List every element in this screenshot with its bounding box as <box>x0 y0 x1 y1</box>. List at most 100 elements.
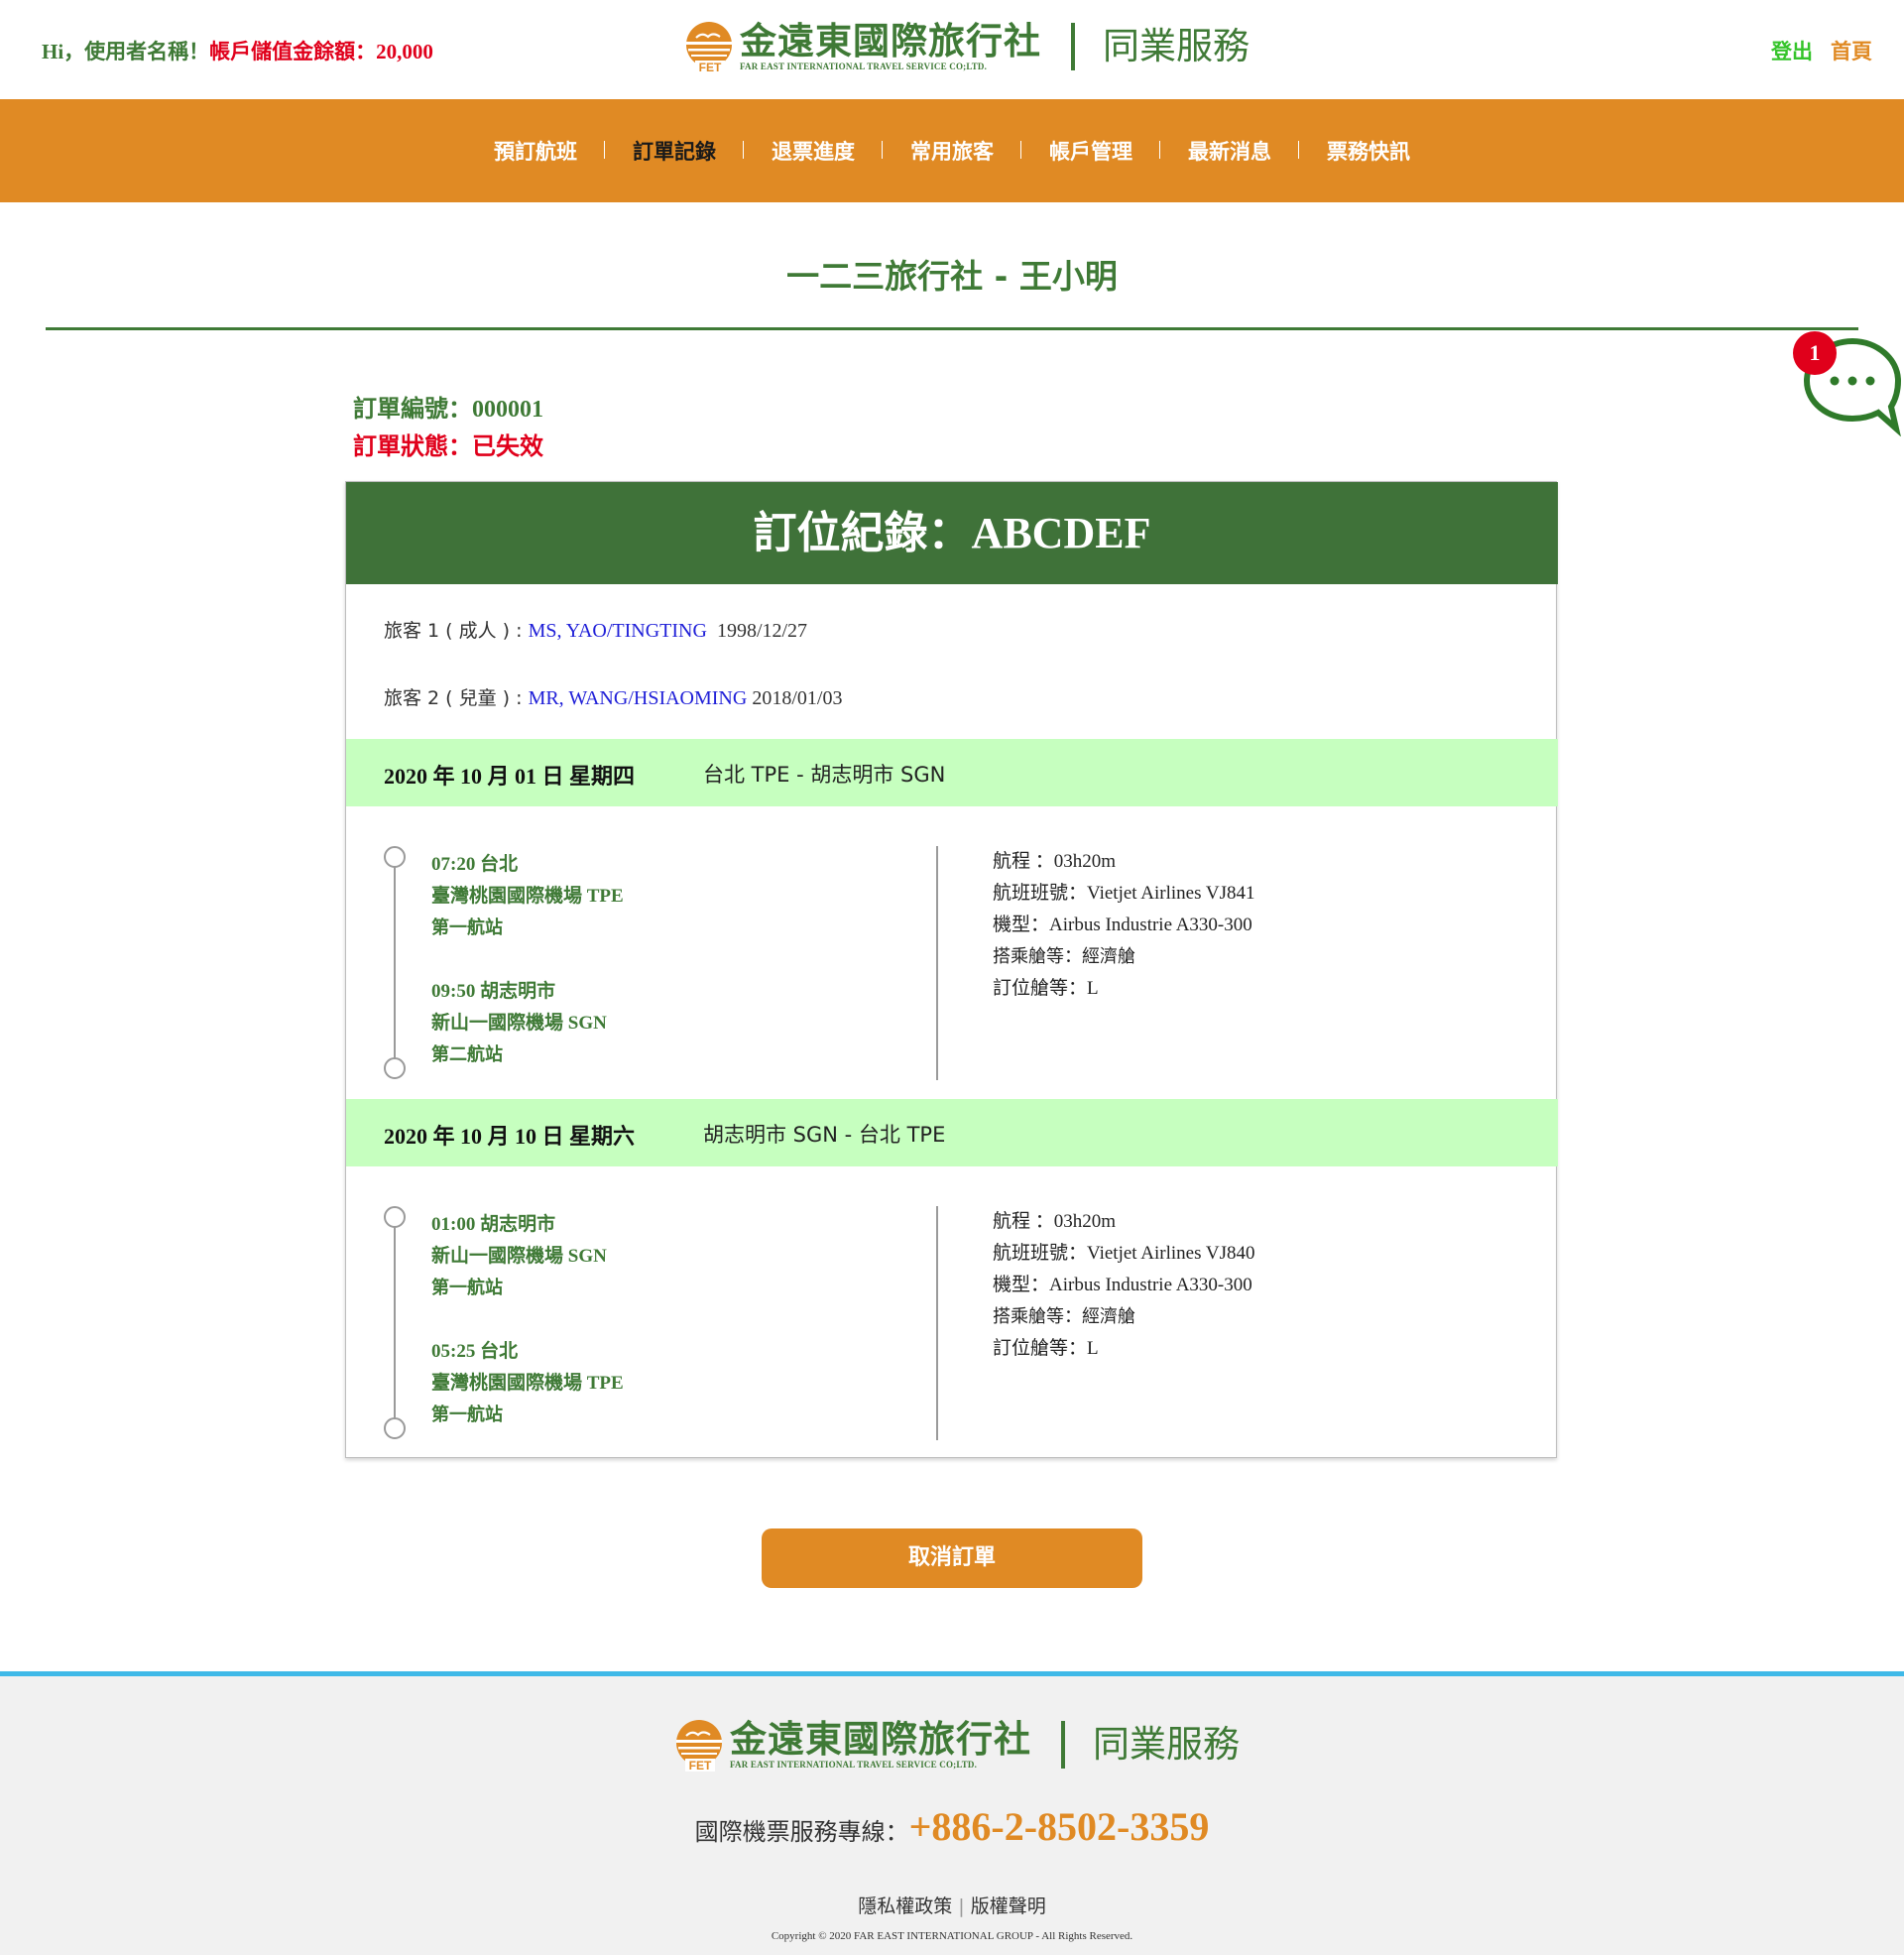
copyright-text: Copyright © 2020 FAR EAST INTERNATIONAL … <box>771 1930 1133 1942</box>
booking-card: 訂位紀錄：ABCDEF 旅客 1 ( 成人 ) : MS, YAO/TINGTI… <box>345 481 1558 1458</box>
order-number-label: 訂單編號： <box>353 395 472 423</box>
header-links: 登出 首頁 <box>1771 36 1872 65</box>
segment-divider <box>936 846 938 1080</box>
segment-divider <box>936 1206 938 1440</box>
passenger-name[interactable]: MR, WANG/HSIAOMING <box>529 687 748 709</box>
segment-date: 2020 年 10 月 10 日 星期六 <box>384 1124 636 1149</box>
fet-logo-icon: FET <box>672 1718 726 1772</box>
page-title: 一二三旅行社 - 王小明 <box>786 257 1118 296</box>
arrival-dot-icon <box>384 1057 406 1079</box>
hotline: 國際機票服務專線：+886-2-8502-3359 <box>0 1803 1904 1850</box>
segment-body: 07:20 台北 臺灣桃園國際機場 TPE 第一航站 09:50 胡志明市 新山… <box>346 806 1558 1080</box>
order-status: 訂單狀態：已失效 <box>353 432 543 460</box>
flight-details: 航程 ：03h20m 航班班號：Vietjet Airlines VJ840 機… <box>993 1206 1255 1365</box>
passenger-label: 旅客 1 ( 成人 ) : <box>384 620 529 642</box>
logo-badge-text: FET <box>689 1759 712 1772</box>
aircraft-type: 機型：Airbus Industrie A330-300 <box>993 1275 1252 1295</box>
logo-chinese-name: 金遠東國際旅行社 <box>730 1718 1031 1761</box>
segment-header: 2020 年 10 月 10 日 星期六 胡志明市 SGN - 台北 TPE <box>346 1099 1558 1166</box>
logo-english-name: FAR EAST INTERNATIONAL TRAVEL SERVICE CO… <box>740 61 988 71</box>
order-number-value: 000001 <box>472 397 543 423</box>
departure-time-city: 01:00 胡志明市 <box>431 1214 556 1235</box>
timeline-line <box>394 1216 396 1426</box>
departure-time-city: 07:20 台北 <box>431 854 519 875</box>
nav-frequent-travelers[interactable]: 常用旅客 <box>883 136 1021 166</box>
logo-divider <box>1061 1721 1065 1769</box>
title-divider <box>46 327 1858 330</box>
segment-date: 2020 年 10 月 01 日 星期四 <box>384 764 636 789</box>
nav-latest-news[interactable]: 最新消息 <box>1160 136 1299 166</box>
copyright-statement-link[interactable]: 版權聲明 <box>971 1895 1046 1917</box>
segment-route: 台北 TPE - 胡志明市 SGN <box>703 763 946 787</box>
nav-refund-progress[interactable]: 退票進度 <box>744 136 883 166</box>
passenger-label: 旅客 2 ( 兒童 ) : <box>384 687 529 709</box>
top-header: Hi，使用者名稱！帳戶儲值金餘額：20,000 FET 金遠東國際旅行社 FAR… <box>0 0 1904 99</box>
footer: FET 金遠東國際旅行社 FAR EAST INTERNATIONAL TRAV… <box>0 1671 1904 1955</box>
passenger-row: 旅客 1 ( 成人 ) : MS, YAO/TINGTING 1998/12/2… <box>384 616 807 643</box>
segment-body: 01:00 胡志明市 新山一國際機場 SGN 第一航站 05:25 台北 臺灣桃… <box>346 1166 1558 1440</box>
aircraft-type: 機型：Airbus Industrie A330-300 <box>993 915 1252 935</box>
user-greeting: Hi，使用者名稱！帳戶儲值金餘額：20,000 <box>42 36 433 65</box>
departure-info: 01:00 胡志明市 新山一國際機場 SGN 第一航站 <box>431 1209 607 1304</box>
footer-links: 隱私權政策 | 版權聲明 <box>0 1892 1904 1918</box>
flight-number: 航班班號：Vietjet Airlines VJ840 <box>993 1243 1255 1264</box>
arrival-info: 05:25 台北 臺灣桃園國際機場 TPE 第一航站 <box>431 1336 624 1431</box>
logo-english-name: FAR EAST INTERNATIONAL TRAVEL SERVICE CO… <box>730 1760 978 1770</box>
flight-number: 航班班號：Vietjet Airlines VJ841 <box>993 883 1255 904</box>
link-separator: | <box>958 1895 965 1917</box>
nav-account-management[interactable]: 帳戶管理 <box>1021 136 1160 166</box>
passenger-name[interactable]: MS, YAO/TINGTING <box>529 620 707 642</box>
departure-terminal: 第一航站 <box>431 917 503 938</box>
cancel-order-button[interactable]: 取消訂單 <box>762 1528 1142 1588</box>
service-label: 同業服務 <box>1103 25 1250 67</box>
departure-airport: 新山一國際機場 SGN <box>431 1246 607 1267</box>
arrival-terminal: 第二航站 <box>431 1044 503 1065</box>
chat-widget[interactable]: 1 <box>1793 331 1902 436</box>
service-label: 同業服務 <box>1093 1723 1240 1766</box>
passenger-dob: 1998/12/27 <box>716 620 808 642</box>
main-nav: 預訂航班 訂單記錄 退票進度 常用旅客 帳戶管理 最新消息 票務快訊 <box>0 99 1904 202</box>
hotline-label: 國際機票服務專線： <box>694 1818 909 1846</box>
logo-divider <box>1071 23 1075 70</box>
timeline-line <box>394 856 396 1066</box>
nav-order-records[interactable]: 訂單記錄 <box>605 136 744 166</box>
segment-route: 胡志明市 SGN - 台北 TPE <box>703 1123 946 1147</box>
departure-terminal: 第一航站 <box>431 1278 503 1298</box>
brand-logo[interactable]: FET 金遠東國際旅行社 FAR EAST INTERNATIONAL TRAV… <box>682 20 1250 74</box>
booking-class: 訂位艙等：L <box>993 978 1099 999</box>
chat-notification-badge: 1 <box>1793 331 1837 375</box>
booking-class: 訂位艙等：L <box>993 1338 1099 1359</box>
greeting-text: Hi，使用者名稱！ <box>42 40 210 63</box>
passenger-row: 旅客 2 ( 兒童 ) : MR, WANG/HSIAOMING 2018/01… <box>384 683 842 710</box>
account-balance: 帳戶儲值金餘額：20,000 <box>209 40 433 63</box>
departure-dot-icon <box>384 846 406 868</box>
cabin-class: 搭乘艙等：經濟艙 <box>993 946 1135 967</box>
nav-ticket-news[interactable]: 票務快訊 <box>1299 136 1438 166</box>
arrival-terminal: 第一航站 <box>431 1405 503 1425</box>
arrival-dot-icon <box>384 1417 406 1439</box>
footer-brand-logo[interactable]: FET 金遠東國際旅行社 FAR EAST INTERNATIONAL TRAV… <box>672 1718 1240 1772</box>
flight-duration: 航程 ：03h20m <box>993 851 1117 872</box>
logo-badge-text: FET <box>699 61 722 73</box>
fet-logo-icon: FET <box>682 20 736 74</box>
logo-chinese-name: 金遠東國際旅行社 <box>740 20 1041 62</box>
arrival-info: 09:50 胡志明市 新山一國際機場 SGN 第二航站 <box>431 976 607 1071</box>
flight-details: 航程 ：03h20m 航班班號：Vietjet Airlines VJ841 機… <box>993 846 1255 1005</box>
departure-airport: 臺灣桃園國際機場 TPE <box>431 886 624 907</box>
arrival-time-city: 05:25 台北 <box>431 1341 519 1362</box>
hotline-number[interactable]: +886-2-8502-3359 <box>909 1804 1210 1849</box>
segment-header: 2020 年 10 月 01 日 星期四 台北 TPE - 胡志明市 SGN <box>346 739 1558 806</box>
departure-info: 07:20 台北 臺灣桃園國際機場 TPE 第一航站 <box>431 849 624 944</box>
order-number: 訂單編號：000001 <box>353 389 543 424</box>
passenger-dob: 2018/01/03 <box>752 687 843 709</box>
home-link[interactable]: 首頁 <box>1831 36 1872 65</box>
cabin-class: 搭乘艙等：經濟艙 <box>993 1306 1135 1327</box>
departure-dot-icon <box>384 1206 406 1228</box>
logout-link[interactable]: 登出 <box>1771 36 1813 65</box>
booking-record-title: 訂位紀錄：ABCDEF <box>346 482 1558 584</box>
arrival-time-city: 09:50 胡志明市 <box>431 981 556 1002</box>
arrival-airport: 新山一國際機場 SGN <box>431 1013 607 1034</box>
flight-duration: 航程 ：03h20m <box>993 1211 1117 1232</box>
nav-book-flight[interactable]: 預訂航班 <box>466 136 605 166</box>
privacy-policy-link[interactable]: 隱私權政策 <box>858 1895 952 1917</box>
